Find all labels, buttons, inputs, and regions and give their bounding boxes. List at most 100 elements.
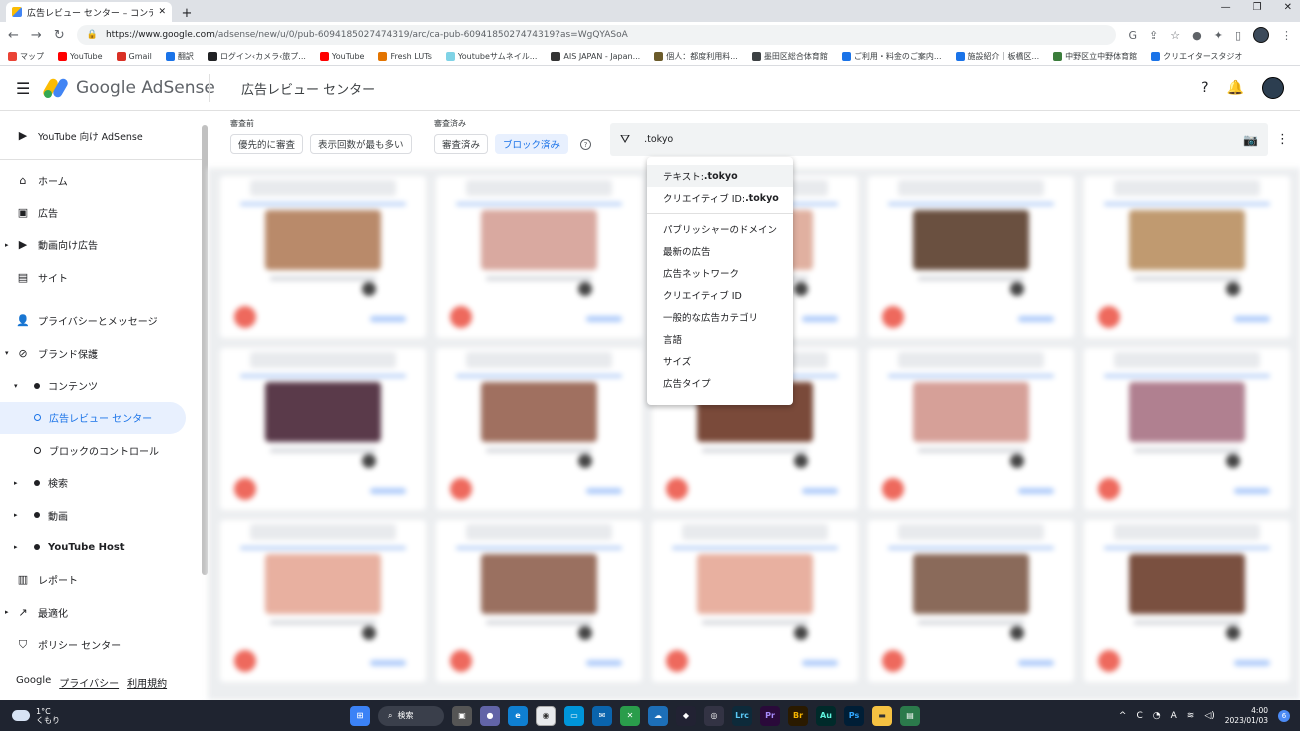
ad-card[interactable]	[1084, 176, 1290, 338]
expand-arrow-icon[interactable]: ▸	[14, 479, 18, 487]
cloud-app-icon[interactable]: ☁	[648, 705, 668, 726]
bookmark-item[interactable]: Gmail	[116, 52, 152, 61]
tray-security-icon[interactable]: ◔	[1153, 711, 1161, 721]
option-language[interactable]: 言語	[647, 328, 793, 350]
collapse-arrow-icon[interactable]: ▾	[14, 382, 18, 390]
audition-icon[interactable]: Au	[816, 705, 836, 726]
reviewed-chip[interactable]: 審査済み	[434, 134, 489, 154]
sidebar-item-brand-safety[interactable]: ▾ ⊘ ブランド保護	[0, 337, 208, 369]
sidebar-item-privacy[interactable]: 👤 プライバシーとメッセージ	[0, 305, 208, 337]
edge-icon[interactable]: e	[508, 705, 528, 726]
folder-icon[interactable]: ▬	[872, 705, 892, 726]
bookmark-item[interactable]: 施設紹介｜板橋区...	[955, 51, 1039, 62]
option-ad-network[interactable]: 広告ネットワーク	[647, 262, 793, 284]
account-avatar[interactable]	[1262, 77, 1284, 99]
sidebar-item-video[interactable]: ▸ 動画	[0, 499, 208, 531]
sidepanel-icon[interactable]: ▯	[1235, 29, 1241, 42]
browser-menu-icon[interactable]: ⋮	[1281, 29, 1292, 42]
notes-icon[interactable]: ▤	[900, 705, 920, 726]
close-window-icon[interactable]: ✕	[1284, 2, 1292, 13]
option-creative-id[interactable]: クリエイティブ ID	[647, 284, 793, 306]
bookmark-item[interactable]: Youtubeサムネイル...	[445, 51, 537, 62]
browser-tab[interactable]: 広告レビュー センター – コンテンツ – ブ ✕	[6, 2, 172, 22]
davinci-icon[interactable]: ◎	[704, 705, 724, 726]
teams-icon[interactable]: ●	[480, 705, 500, 726]
suggestion-creative-id[interactable]: クリエイティブ ID: .tokyo	[647, 187, 793, 209]
puzzle-extensions-icon[interactable]: ✦	[1214, 29, 1223, 42]
sidebar-item-policy-center[interactable]: ⛉ ポリシー センター	[0, 628, 208, 660]
bookmark-item[interactable]: AIS JAPAN - Japan...	[551, 52, 640, 61]
lightroom-classic-icon[interactable]: Lrc	[732, 705, 752, 726]
profile-avatar[interactable]	[1253, 27, 1269, 43]
bridge-icon[interactable]: Br	[788, 705, 808, 726]
sidebar-item-search[interactable]: ▸ 検索	[0, 467, 208, 499]
bookmark-item[interactable]: クリエイタースタジオ	[1151, 51, 1242, 62]
ad-card[interactable]	[652, 520, 858, 682]
expand-arrow-icon[interactable]: ▸	[14, 511, 18, 519]
sidebar-item-video-ads[interactable]: ▸ ▶ 動画向け広告	[0, 229, 208, 261]
sidebar-item-home[interactable]: ⌂ ホーム	[0, 164, 208, 196]
bookmark-item[interactable]: YouTube	[58, 52, 103, 61]
notifications-bell-icon[interactable]: 🔔	[1227, 80, 1244, 96]
task-view-icon[interactable]: ▣	[452, 705, 472, 726]
chrome-icon[interactable]: ◉	[536, 705, 556, 726]
option-latest-ads[interactable]: 最新の広告	[647, 240, 793, 262]
extension-icon[interactable]: ●	[1192, 29, 1202, 42]
xbox-icon[interactable]: ✕	[620, 705, 640, 726]
collapse-arrow-icon[interactable]: ▾	[5, 349, 9, 357]
sidebar-item-optimize[interactable]: ▸ ↗ 最適化	[0, 596, 208, 628]
sidebar-item-ad-review-center[interactable]: 広告レビュー センター	[0, 401, 186, 435]
option-ad-category[interactable]: 一般的な広告カテゴリ	[647, 306, 793, 328]
premiere-icon[interactable]: Pr	[760, 705, 780, 726]
sidebar-item-reports[interactable]: ▥ レポート	[0, 564, 208, 596]
forward-icon[interactable]: →	[31, 28, 42, 43]
blocked-chip[interactable]: ブロック済み	[495, 134, 569, 154]
camera-icon[interactable]: 📷	[1243, 133, 1258, 147]
expand-arrow-icon[interactable]: ▸	[5, 608, 9, 616]
priority-review-chip[interactable]: 優先的に審査	[230, 134, 304, 154]
ad-card[interactable]	[220, 520, 426, 682]
ad-card[interactable]	[1084, 520, 1290, 682]
ad-card[interactable]	[1084, 348, 1290, 510]
google-lens-icon[interactable]: G	[1128, 29, 1137, 42]
bookmark-item[interactable]: YouTube	[319, 52, 364, 61]
option-ad-type[interactable]: 広告タイプ	[647, 372, 793, 394]
filter-search-box[interactable]: ⛛ 📷	[610, 123, 1268, 156]
ad-card[interactable]	[220, 348, 426, 510]
weather-widget[interactable]: 1°C くもり	[12, 707, 60, 725]
bookmark-item[interactable]: 翻訳	[165, 51, 194, 62]
sidebar-item-sites[interactable]: ▤ サイト	[0, 261, 208, 293]
chevron-up-icon[interactable]: ^	[1119, 711, 1127, 721]
close-tab-icon[interactable]: ✕	[158, 7, 166, 17]
sidebar-item-content[interactable]: ▾ コンテンツ	[0, 369, 208, 401]
address-bar[interactable]: 🔒 https://www.google.com/adsense/new/u/0…	[76, 25, 1117, 45]
reload-icon[interactable]: ↻	[54, 28, 65, 43]
bookmark-item[interactable]: 中野区立中野体育館	[1053, 51, 1137, 62]
privacy-link[interactable]: プライバシー	[59, 675, 119, 690]
windows-start-icon[interactable]: ⊞	[350, 705, 370, 726]
suggestion-text[interactable]: テキスト: .tokyo	[647, 165, 793, 187]
tray-app-icon[interactable]: C	[1136, 711, 1142, 721]
option-size[interactable]: サイズ	[647, 350, 793, 372]
bookmark-item[interactable]: Fresh LUTs	[378, 52, 432, 61]
ime-icon[interactable]: A	[1171, 711, 1177, 721]
bookmark-item[interactable]: 墨田区総合体育館	[751, 51, 828, 62]
clock[interactable]: 4:00 2023/01/03	[1225, 706, 1268, 726]
sidebar-item-youtube-adsense[interactable]: ▶ YouTube 向け AdSense	[0, 112, 208, 160]
expand-arrow-icon[interactable]: ▸	[5, 241, 9, 249]
ad-card[interactable]	[220, 176, 426, 338]
volume-icon[interactable]: ◁)	[1204, 711, 1214, 721]
bookmark-star-icon[interactable]: ☆	[1170, 29, 1180, 42]
bookmark-item[interactable]: 個人：都度利用料...	[654, 51, 738, 62]
expand-arrow-icon[interactable]: ▸	[14, 543, 18, 551]
terms-link[interactable]: 利用規約	[127, 675, 167, 690]
new-tab-button[interactable]: +	[178, 4, 196, 22]
taskbar-search[interactable]: ⌕ 検索	[378, 705, 444, 726]
filter-search-input[interactable]	[644, 134, 1145, 145]
maximize-icon[interactable]: ❐	[1253, 2, 1262, 13]
ad-card[interactable]	[868, 176, 1074, 338]
ad-card[interactable]	[436, 520, 642, 682]
ad-card[interactable]	[436, 176, 642, 338]
mail-icon[interactable]: ✉	[592, 705, 612, 726]
help-circle-icon[interactable]: ?	[580, 139, 591, 150]
